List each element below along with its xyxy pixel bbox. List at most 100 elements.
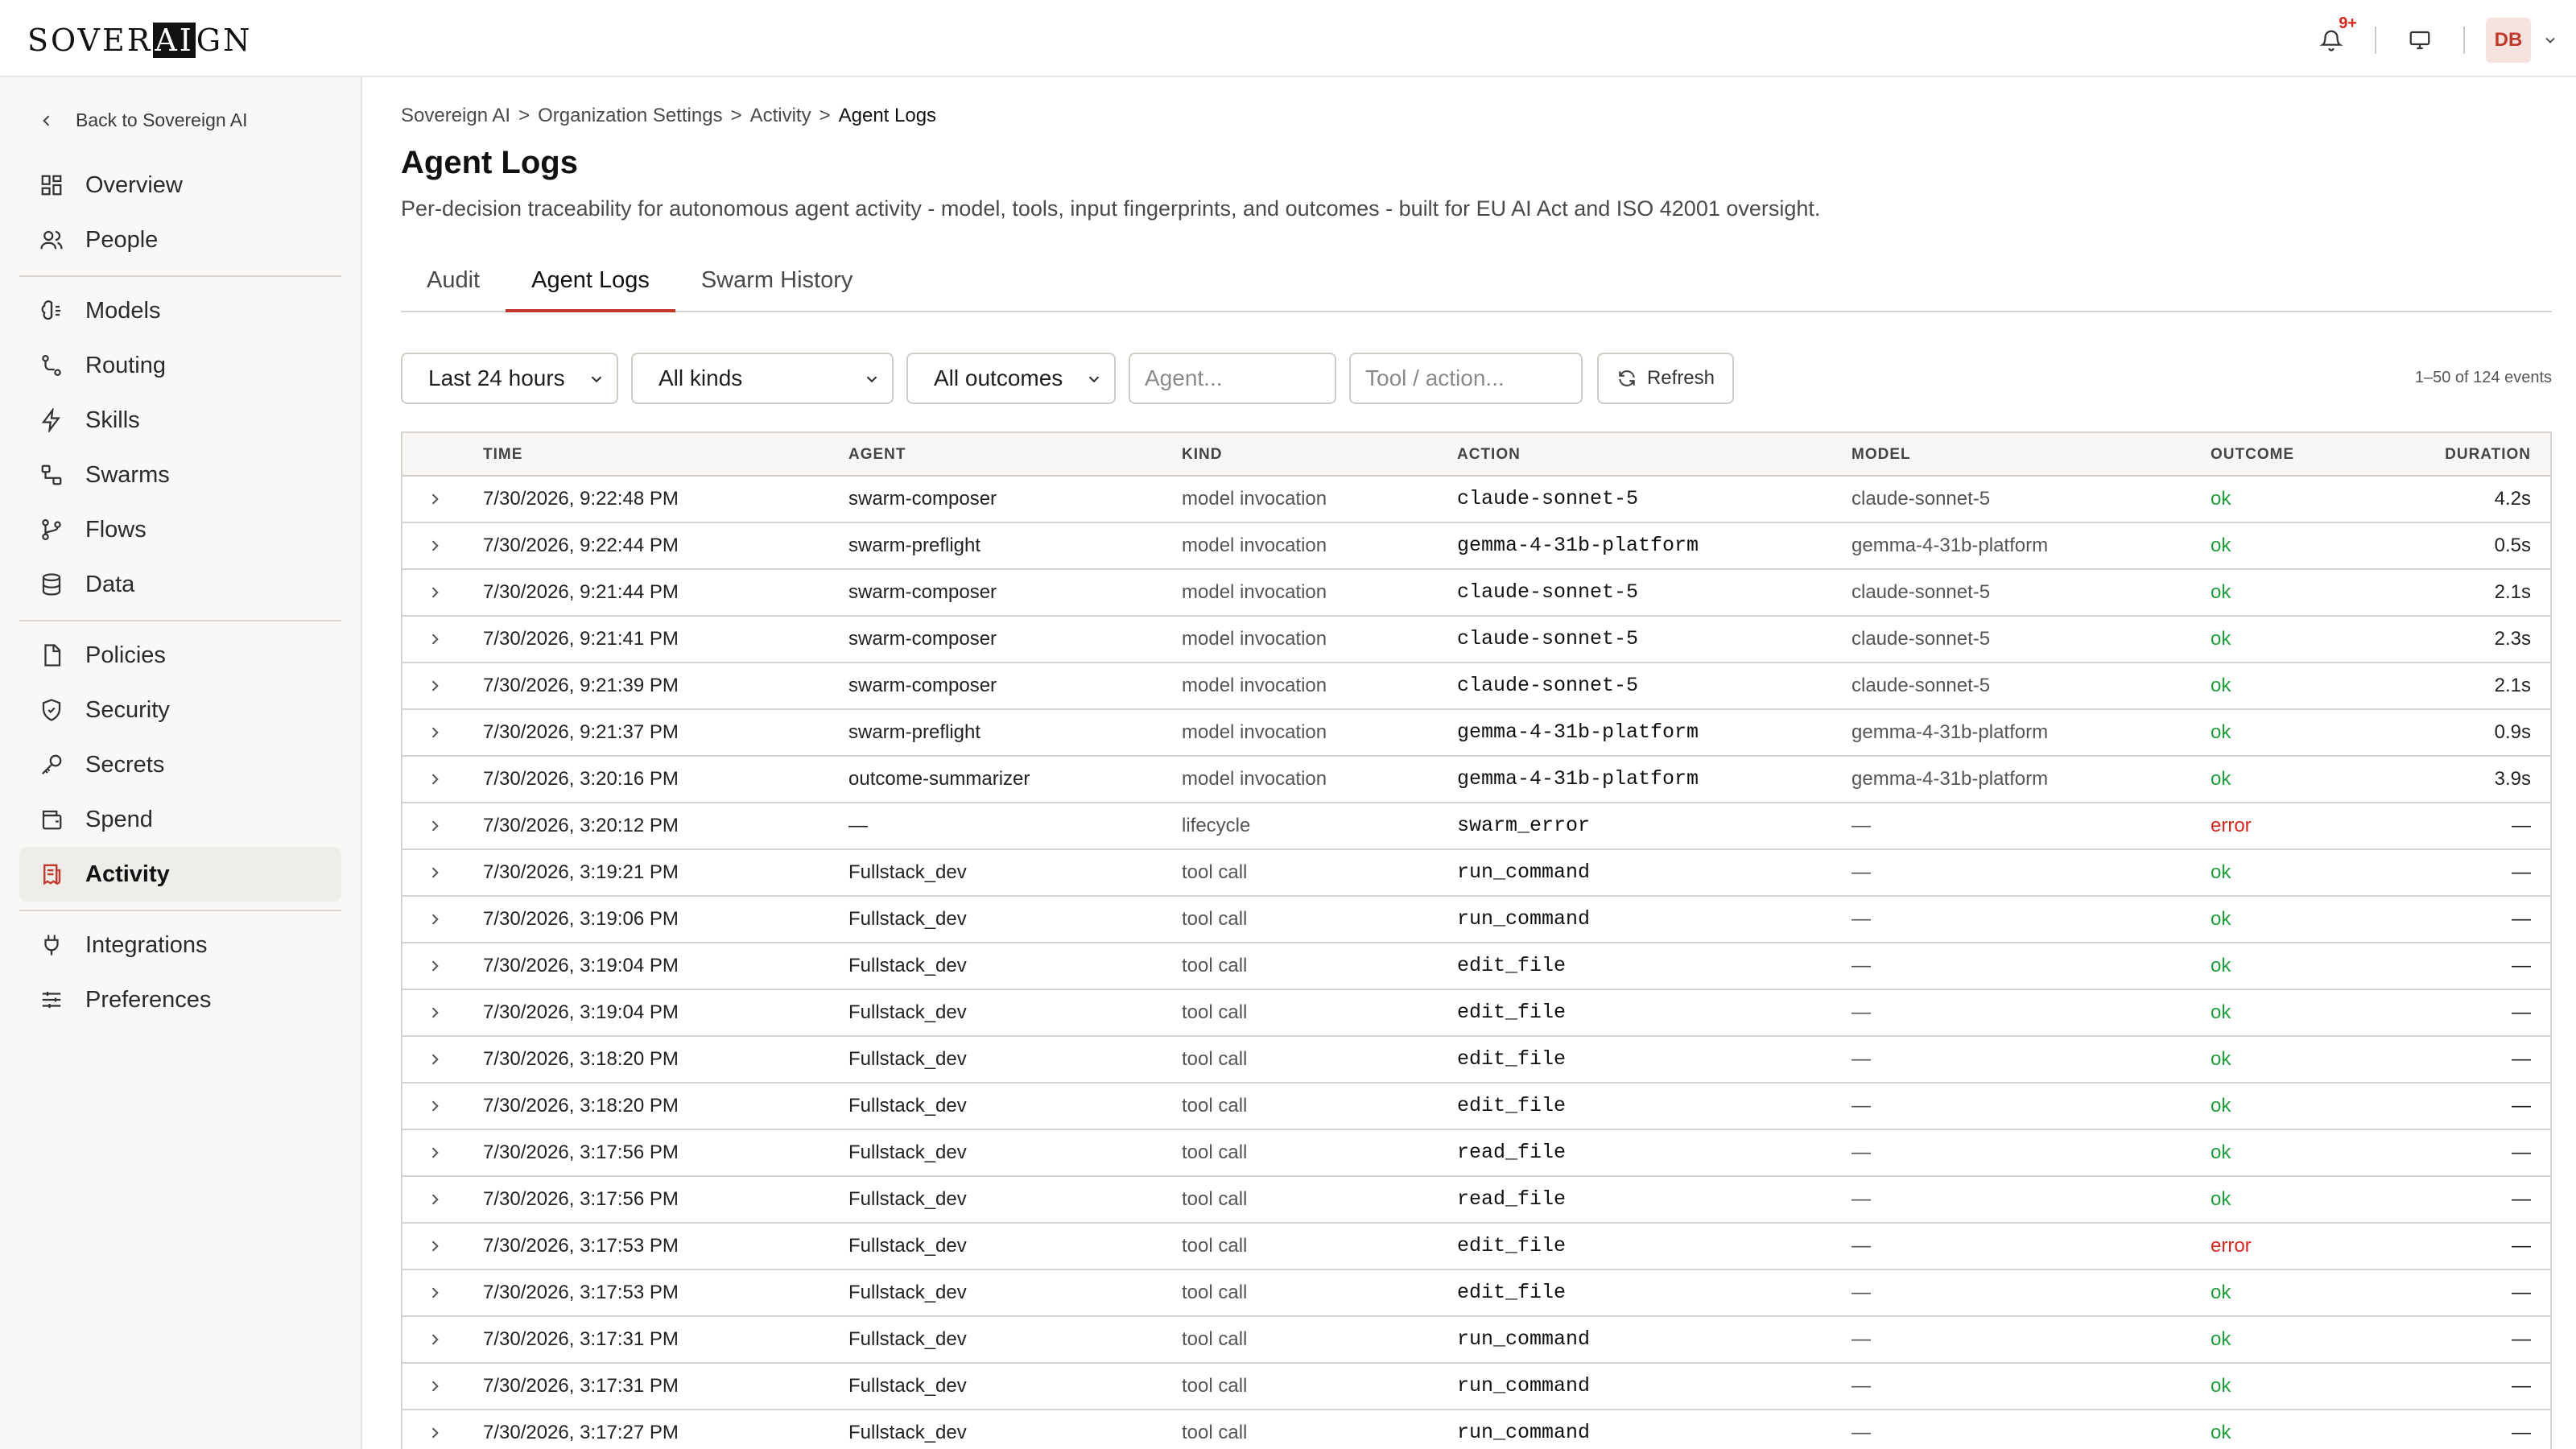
chevron-right-icon[interactable] [427,678,443,698]
column-header-model[interactable]: MODEL [1852,433,1911,477]
flow-icon [39,517,64,543]
cell-time: 7/30/2026, 3:20:16 PM [483,768,679,790]
table-row[interactable]: 7/30/2026, 3:17:31 PM Fullstack_dev tool c… [402,1317,2550,1364]
table-row[interactable]: 7/30/2026, 9:21:37 PM swarm-preflight mode… [402,710,2550,757]
table-row[interactable]: 7/30/2026, 9:22:44 PM swarm-preflight mode… [402,523,2550,570]
chevron-right-icon[interactable] [427,1145,443,1165]
chevron-down-icon [866,376,877,383]
cell-time: 7/30/2026, 9:21:37 PM [483,721,679,743]
sidebar-item-security[interactable]: Security [19,683,341,737]
cell-agent: Fullstack_dev [848,1282,967,1303]
table-row[interactable]: 7/30/2026, 9:21:41 PM swarm-composer model… [402,617,2550,663]
table-row[interactable]: 7/30/2026, 3:18:20 PM Fullstack_dev tool c… [402,1084,2550,1130]
table-row[interactable]: 7/30/2026, 9:22:48 PM swarm-composer model… [402,477,2550,523]
table-row[interactable]: 7/30/2026, 3:17:56 PM Fullstack_dev tool c… [402,1130,2550,1177]
sidebar-item-data[interactable]: Data [19,557,341,612]
table-row[interactable]: 7/30/2026, 3:19:06 PM Fullstack_dev tool c… [402,897,2550,943]
table-row[interactable]: 7/30/2026, 3:17:27 PM Fullstack_dev tool c… [402,1410,2550,1449]
sidebar-item-swarms[interactable]: Swarms [19,448,341,502]
sidebar-item-people[interactable]: People [19,213,341,267]
column-header-action[interactable]: ACTION [1457,433,1521,477]
agent-filter-input[interactable]: Agent... [1129,353,1336,404]
cell-kind: tool call [1182,1375,1248,1397]
cell-time: 7/30/2026, 3:17:56 PM [483,1188,679,1210]
breadcrumb-item[interactable]: Organization Settings [538,105,722,126]
chevron-right-icon[interactable] [427,958,443,978]
chevron-right-icon[interactable] [427,1285,443,1305]
chevron-right-icon[interactable] [427,1425,443,1445]
chevron-right-icon[interactable] [427,1378,443,1398]
cell-time: 7/30/2026, 9:22:48 PM [483,488,679,510]
table-row[interactable]: 7/30/2026, 3:20:12 PM — lifecycle swarm_err… [402,803,2550,850]
table-row[interactable]: 7/30/2026, 3:19:21 PM Fullstack_dev tool c… [402,850,2550,897]
column-header-kind[interactable]: KIND [1182,433,1222,477]
table-row[interactable]: 7/30/2026, 3:19:04 PM Fullstack_dev tool c… [402,943,2550,990]
back-link[interactable]: Back to Sovereign AI [39,109,248,131]
breadcrumb-item[interactable]: Activity [750,105,811,126]
cell-action: edit_file [1457,1047,1567,1071]
notifications-button[interactable]: 9+ [2309,14,2357,63]
tab-audit[interactable]: Audit [401,250,506,311]
outcome-value: All outcomes [934,365,1063,390]
chevron-right-icon[interactable] [427,538,443,558]
tab-agent-logs[interactable]: Agent Logs [506,250,675,312]
column-header-agent[interactable]: AGENT [848,433,906,477]
refresh-button[interactable]: Refresh [1597,353,1734,404]
sidebar-item-activity[interactable]: Activity [19,847,341,902]
sidebar-item-policies[interactable]: Policies [19,628,341,683]
back-link-label: Back to Sovereign AI [76,109,248,130]
chevron-right-icon[interactable] [427,865,443,885]
sidebar-item-spend[interactable]: Spend [19,792,341,847]
chevron-down-icon[interactable] [2542,32,2558,48]
chevron-right-icon[interactable] [427,1051,443,1071]
table-row[interactable]: 7/30/2026, 3:17:53 PM Fullstack_dev tool c… [402,1224,2550,1270]
table-row[interactable]: 7/30/2026, 3:20:16 PM outcome-summarizer m… [402,757,2550,803]
chevron-right-icon[interactable] [427,724,443,745]
cell-duration: — [2512,1235,2531,1257]
cell-kind: tool call [1182,1141,1248,1163]
cell-agent: Fullstack_dev [848,1141,967,1163]
table-row[interactable]: 7/30/2026, 9:21:39 PM swarm-composer model… [402,663,2550,710]
tool-action-filter-input[interactable]: Tool / action... [1349,353,1583,404]
sidebar-item-routing[interactable]: Routing [19,338,341,393]
sidebar-item-label: Models [85,297,161,324]
chevron-right-icon[interactable] [427,631,443,651]
sidebar-item-secrets[interactable]: Secrets [19,737,341,792]
chevron-right-icon[interactable] [427,1238,443,1258]
chevron-right-icon[interactable] [427,584,443,605]
chevron-right-icon[interactable] [427,1331,443,1352]
sidebar-item-overview[interactable]: Overview [19,158,341,213]
sovereign-logo[interactable]: SOVER AI GN [27,23,252,58]
cell-action: run_command [1457,861,1591,884]
chevron-right-icon[interactable] [427,1191,443,1212]
divider [2463,27,2465,54]
column-header-outcome[interactable]: OUTCOME [2211,433,2294,477]
chevron-right-icon[interactable] [427,818,443,838]
column-header-duration[interactable]: DURATION [2445,433,2531,477]
user-avatar[interactable]: DB [2486,18,2531,63]
outcome-select[interactable]: All outcomes [906,353,1116,404]
chevron-right-icon[interactable] [427,1005,443,1025]
time-range-select[interactable]: Last 24 hours [401,353,618,404]
kind-select[interactable]: All kinds [631,353,894,404]
table-row[interactable]: 7/30/2026, 3:18:20 PM Fullstack_dev tool c… [402,1037,2550,1084]
cell-kind: model invocation [1182,488,1327,510]
chevron-right-icon[interactable] [427,771,443,791]
chevron-right-icon[interactable] [427,1098,443,1118]
sidebar-item-models[interactable]: Models [19,283,341,338]
table-row[interactable]: 7/30/2026, 9:21:44 PM swarm-composer model… [402,570,2550,617]
display-button[interactable] [2397,18,2442,63]
sidebar-item-skills[interactable]: Skills [19,393,341,448]
table-row[interactable]: 7/30/2026, 3:17:56 PM Fullstack_dev tool c… [402,1177,2550,1224]
chevron-right-icon[interactable] [427,491,443,511]
tab-swarm-history[interactable]: Swarm History [675,250,879,311]
table-row[interactable]: 7/30/2026, 3:17:31 PM Fullstack_dev tool c… [402,1364,2550,1410]
breadcrumb-item[interactable]: Sovereign AI [401,105,510,126]
sidebar-item-flows[interactable]: Flows [19,502,341,557]
table-row[interactable]: 7/30/2026, 3:17:53 PM Fullstack_dev tool c… [402,1270,2550,1317]
column-header-time[interactable]: TIME [483,433,522,477]
sidebar-item-preferences[interactable]: Preferences [19,972,341,1027]
sidebar-item-integrations[interactable]: Integrations [19,918,341,972]
table-row[interactable]: 7/30/2026, 3:19:04 PM Fullstack_dev tool c… [402,990,2550,1037]
chevron-right-icon[interactable] [427,911,443,931]
